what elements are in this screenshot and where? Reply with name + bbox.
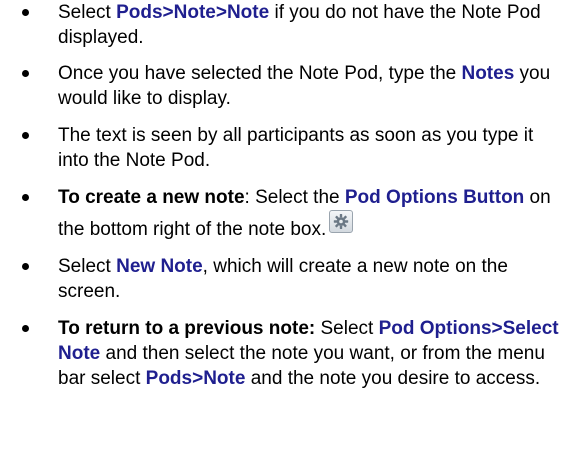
text: Select — [315, 318, 379, 339]
new-note-highlight: New Note — [116, 256, 203, 277]
bullet-dot — [22, 9, 29, 16]
bullet-dot — [22, 325, 29, 332]
bullet-dot — [22, 263, 29, 270]
bullet-dot — [22, 194, 29, 201]
text: Select — [58, 2, 117, 23]
pod-options-button-image — [329, 210, 354, 233]
create-note-heading: To create a new note — [58, 187, 245, 208]
text: Once you have selected the Note Pod, typ… — [58, 63, 462, 84]
bullet-item-type-notes: Once you have selected the Note Pod, typ… — [0, 61, 565, 111]
return-note-heading: To return to a previous note: — [58, 318, 316, 339]
bullet-item-create-new-note: To create a new note: Select the Pod Opt… — [0, 185, 565, 242]
gear-icon — [334, 214, 349, 229]
document-page: Select Pods>Note>Note if you do not have… — [0, 0, 565, 453]
bullet-dot — [22, 70, 29, 77]
pods-note-highlight: Pods>Note — [145, 368, 246, 389]
bullet-list: Select Pods>Note>Note if you do not have… — [0, 0, 565, 391]
bullet-dot — [22, 132, 29, 139]
text: : Select the — [244, 187, 345, 208]
bullet-item-select-pods-note: Select Pods>Note>Note if you do not have… — [0, 0, 565, 50]
text: Select — [58, 256, 117, 277]
pod-options-highlight: Pod Options Button — [344, 187, 525, 208]
bullet-item-text-seen: The text is seen by all participants as … — [0, 123, 565, 173]
bullet-item-return-previous-note: To return to a previous note: Select Pod… — [0, 316, 565, 391]
menu-path-highlight: Pods>Note>Note — [116, 2, 270, 23]
bullet-item-select-new-note: Select New Note, which will create a new… — [0, 254, 565, 304]
text: and the note you desire to access. — [245, 368, 541, 389]
notes-highlight: Notes — [461, 63, 515, 84]
text: The text is seen by all participants as … — [58, 125, 534, 171]
